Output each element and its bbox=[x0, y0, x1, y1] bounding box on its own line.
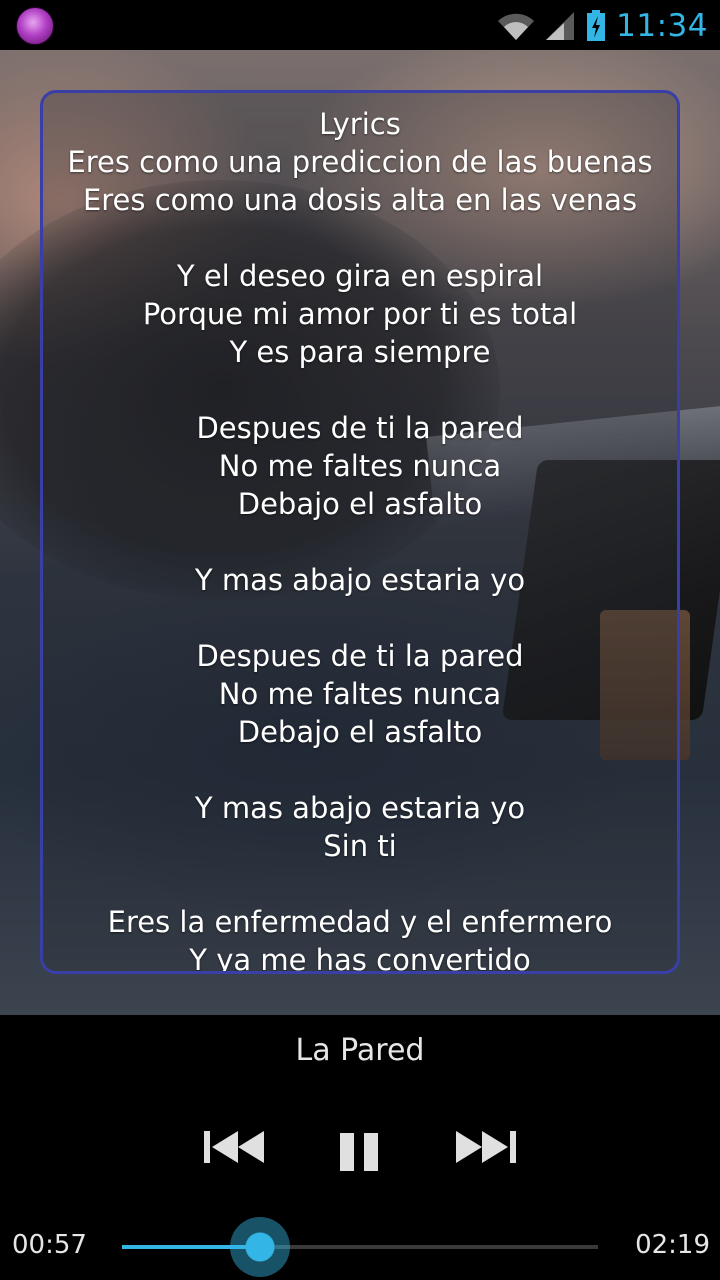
lyric-line: Porque mi amor por ti es total bbox=[142, 297, 578, 331]
wifi-icon bbox=[498, 13, 535, 41]
lyric-blank-line bbox=[43, 523, 677, 561]
lyric-blank-line bbox=[43, 751, 677, 789]
lyric-line: Eres como una dosis alta en las venas bbox=[82, 183, 638, 217]
seek-thumb[interactable] bbox=[230, 1217, 291, 1277]
previous-icon[interactable] bbox=[202, 1127, 266, 1167]
status-icons: 11:34 bbox=[496, 6, 708, 46]
pause-icon[interactable] bbox=[338, 1129, 382, 1173]
lyric-line: Lyrics bbox=[319, 107, 401, 141]
lyrics-text: Lyrics Eres como una prediccion de las bu… bbox=[43, 93, 677, 974]
lyric-line: Debajo el asfalto bbox=[237, 715, 483, 749]
status-bar: 11:34 bbox=[0, 0, 720, 50]
battery-charging-icon bbox=[587, 10, 606, 41]
total-time: 02:19 bbox=[635, 1230, 710, 1260]
lyric-line: Eres la enfermedad y el enfermero bbox=[107, 905, 613, 939]
app-icon bbox=[16, 7, 54, 45]
lyric-line: Y mas abajo estaria yo bbox=[194, 563, 526, 597]
lyric-line: Y es para siempre bbox=[229, 335, 491, 369]
lyric-blank-line bbox=[43, 599, 677, 637]
lyric-line: Y ya me has convertido bbox=[189, 943, 531, 974]
lyric-line: Y mas abajo estaria yo bbox=[194, 791, 526, 825]
lyric-line: Despues de ti la pared bbox=[196, 639, 524, 673]
lyric-line: No me faltes nunca bbox=[218, 449, 502, 483]
lyrics-panel[interactable]: Lyrics Eres como una prediccion de las bu… bbox=[40, 90, 680, 974]
current-time: 00:57 bbox=[12, 1230, 87, 1260]
lyric-line: Y el deseo gira en espiral bbox=[176, 259, 544, 293]
lyric-line: Eres como una prediccion de las buenas bbox=[67, 145, 653, 179]
lyric-blank-line bbox=[43, 219, 677, 257]
signal-icon bbox=[546, 12, 575, 40]
clock: 11:34 bbox=[616, 8, 708, 44]
lyric-blank-line bbox=[43, 865, 677, 903]
seek-bar[interactable] bbox=[122, 1217, 598, 1277]
lyric-blank-line bbox=[43, 371, 677, 409]
player-bar: La Pared 00:57 02:19 bbox=[0, 1015, 720, 1280]
song-title: La Pared bbox=[295, 1033, 425, 1068]
lyric-line: Debajo el asfalto bbox=[237, 487, 483, 521]
lyric-line: No me faltes nunca bbox=[218, 677, 502, 711]
lyric-line: Despues de ti la pared bbox=[196, 411, 524, 445]
lyric-line: Sin ti bbox=[323, 829, 397, 863]
next-icon[interactable] bbox=[454, 1127, 518, 1167]
